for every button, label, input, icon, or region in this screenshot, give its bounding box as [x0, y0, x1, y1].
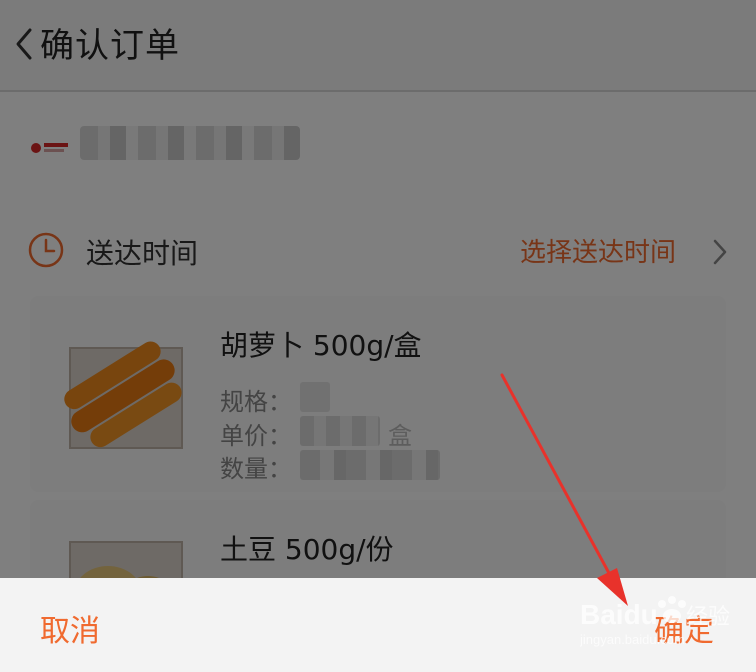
svg-text:jingyan.baidu.com: jingyan.baidu.com	[580, 632, 685, 647]
modal-backdrop[interactable]	[0, 0, 756, 578]
baidu-jingyan-watermark: Baidu 经验 jingyan.baidu.com	[580, 596, 730, 647]
cancel-button[interactable]: 取消	[40, 606, 100, 650]
svg-text:经验: 经验	[686, 605, 730, 630]
svg-text:Baidu: Baidu	[580, 599, 658, 630]
order-confirmation-page: 确认订单 送达时间 选择送达时间 胡萝卜 500g	[0, 0, 756, 672]
